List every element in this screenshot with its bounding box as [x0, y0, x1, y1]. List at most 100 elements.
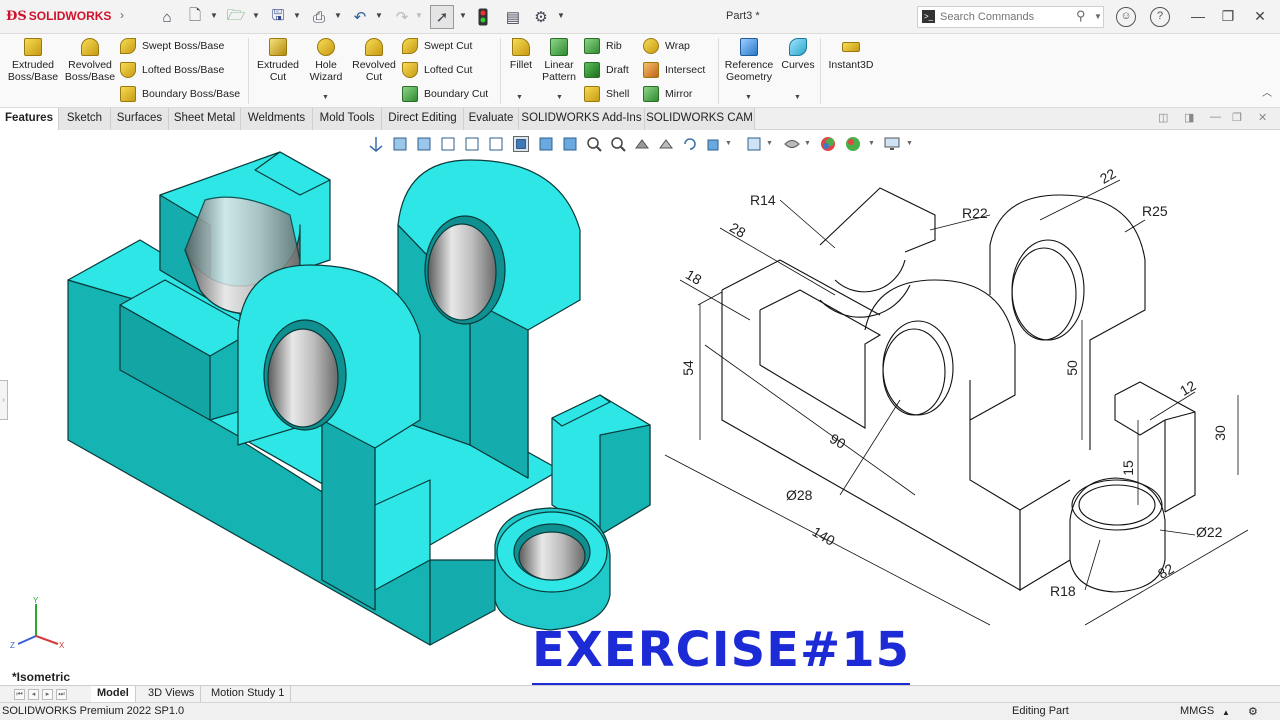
feature-tree-flyout-handle[interactable]: › [0, 380, 8, 420]
monitor-dropdown-icon[interactable]: ▼ [906, 140, 913, 147]
curves-button[interactable]: Curves [778, 38, 818, 71]
zoom-icon[interactable] [586, 136, 602, 152]
user-account-icon[interactable]: ☺ [1116, 7, 1136, 27]
revolved-cut-button[interactable]: Revolved Cut [348, 38, 400, 83]
tab-surfaces[interactable]: Surfaces [111, 108, 169, 130]
options-gear-icon[interactable]: ⚙ [530, 5, 552, 29]
tab-sheet-metal[interactable]: Sheet Metal [169, 108, 241, 130]
undo-icon[interactable]: ↶ [348, 5, 372, 29]
doc-restore-icon[interactable]: ❐ [1232, 111, 1242, 124]
fillet-dropdown-icon[interactable]: ▼ [516, 94, 523, 101]
display-style-dropdown-icon[interactable]: ▼ [725, 140, 732, 147]
search-icon[interactable]: ⚲ [1076, 8, 1086, 24]
roll-view-icon[interactable] [682, 136, 698, 152]
ribbon-collapse-chevron-icon[interactable]: ︿ [1262, 84, 1272, 99]
prev-tab-icon[interactable]: ◂ [28, 689, 39, 700]
first-tab-icon[interactable]: ⏮ [14, 689, 25, 700]
rebuild-traffic-light-icon[interactable] [474, 5, 492, 29]
lofted-cut-button[interactable]: Lofted Cut [402, 60, 472, 80]
hole-wizard-button[interactable]: Hole Wizard [304, 38, 348, 83]
revolved-boss-button[interactable]: Revolved Boss/Base [63, 38, 117, 83]
undo-dropdown-icon[interactable]: ▼ [375, 11, 383, 20]
search-input[interactable] [940, 9, 1070, 25]
hide-show-items-icon[interactable] [746, 136, 762, 152]
hole-wizard-dropdown-icon[interactable]: ▼ [322, 94, 329, 101]
next-tab-icon[interactable]: ▸ [42, 689, 53, 700]
solidworks-logo[interactable]: ƉS SOLIDWORKS [6, 9, 111, 24]
tab-motion-study-1[interactable]: Motion Study 1 [205, 686, 292, 702]
graphics-area[interactable]: R14 R22 R25 22 28 18 54 50 12 30 90 15 Ø… [0, 130, 1280, 685]
shell-button[interactable]: Shell [584, 84, 629, 104]
doc-close-icon[interactable]: ✕ [1258, 111, 1267, 124]
zoom-in-out-icon[interactable] [610, 136, 626, 152]
tile-left-icon[interactable]: ◫ [1158, 111, 1168, 124]
last-tab-icon[interactable]: ⏭ [56, 689, 67, 700]
restore-window-icon[interactable]: ❐ [1218, 6, 1238, 26]
section-view-icon[interactable] [464, 136, 480, 152]
print-icon[interactable]: ⎙ [307, 5, 331, 29]
pattern-dropdown-icon[interactable]: ▼ [556, 94, 563, 101]
minimize-window-icon[interactable]: — [1188, 6, 1208, 26]
swept-cut-button[interactable]: Swept Cut [402, 36, 472, 56]
search-commands-box[interactable]: >_ ⚲ ▼ [917, 6, 1104, 28]
select-pointer-icon[interactable]: ➚ [430, 5, 454, 29]
intersect-button[interactable]: Intersect [643, 60, 705, 80]
tab-evaluate[interactable]: Evaluate [464, 108, 519, 130]
hidden-lines-removed-icon[interactable] [562, 136, 578, 152]
home-icon[interactable]: ⌂ [156, 5, 178, 29]
edit-appearance-icon[interactable] [784, 136, 800, 152]
mirror-button[interactable]: Mirror [643, 84, 692, 104]
tab-solidworks-cam[interactable]: SOLIDWORKS CAM [645, 108, 755, 130]
extruded-cut-button[interactable]: Extruded Cut [252, 38, 304, 83]
tile-right-icon[interactable]: ◨ [1184, 111, 1194, 124]
options-dropdown-icon[interactable]: ▼ [557, 11, 565, 20]
tab-sketch[interactable]: Sketch [59, 108, 111, 130]
search-dropdown-icon[interactable]: ▼ [1094, 12, 1102, 21]
save-icon[interactable]: 🖫 [266, 5, 290, 29]
linear-pattern-button[interactable]: Linear Pattern [538, 38, 580, 83]
monitor-view-icon[interactable] [884, 136, 900, 152]
help-icon[interactable]: ? [1150, 7, 1170, 27]
select-dropdown-icon[interactable]: ▼ [459, 11, 467, 20]
close-window-icon[interactable]: ✕ [1250, 6, 1270, 26]
rotate-icon[interactable] [658, 136, 674, 152]
tab-features[interactable]: Features [0, 108, 59, 130]
open-dropdown-icon[interactable]: ▼ [252, 11, 260, 20]
file-properties-icon[interactable]: ▤ [502, 5, 524, 29]
unit-dropdown-icon[interactable]: ▲ [1222, 708, 1230, 717]
3d-part-model[interactable] [67, 151, 651, 646]
view-settings-dropdown-icon[interactable]: ▼ [868, 140, 875, 147]
menu-expand-chevron-icon[interactable]: › [120, 8, 124, 22]
reference-geometry-button[interactable]: Reference Geometry [722, 38, 776, 83]
redo-dropdown-icon[interactable]: ▼ [415, 11, 423, 20]
previous-view-icon[interactable] [440, 136, 456, 152]
shaded-with-edges-icon[interactable] [513, 136, 529, 152]
wrap-button[interactable]: Wrap [643, 36, 690, 56]
status-settings-icon[interactable]: ⚙ [1248, 705, 1258, 718]
fillet-button[interactable]: Fillet [504, 38, 538, 71]
redo-icon[interactable]: ↷ [391, 5, 413, 29]
shaded-icon[interactable] [538, 136, 554, 152]
view-settings-icon[interactable] [845, 136, 861, 152]
reference-geometry-dropdown-icon[interactable]: ▼ [745, 94, 752, 101]
print-dropdown-icon[interactable]: ▼ [334, 11, 342, 20]
boundary-boss-button[interactable]: Boundary Boss/Base [120, 84, 240, 104]
instant3d-button[interactable]: Instant3D [824, 38, 878, 71]
draft-button[interactable]: Draft [584, 60, 629, 80]
zoom-to-area-icon[interactable] [416, 136, 432, 152]
pan-icon[interactable] [634, 136, 650, 152]
unit-system[interactable]: MMGS [1180, 705, 1214, 717]
tab-model[interactable]: Model [91, 686, 136, 702]
extruded-boss-button[interactable]: Extruded Boss/Base [6, 38, 60, 83]
tab-direct-editing[interactable]: Direct Editing [382, 108, 464, 130]
boundary-cut-button[interactable]: Boundary Cut [402, 84, 488, 104]
curves-dropdown-icon[interactable]: ▼ [794, 94, 801, 101]
swept-boss-button[interactable]: Swept Boss/Base [120, 36, 224, 56]
apply-scene-icon[interactable] [820, 136, 836, 152]
appearance-dropdown-icon[interactable]: ▼ [804, 140, 811, 147]
zoom-to-fit-icon[interactable] [392, 136, 408, 152]
new-document-icon[interactable]: 🗋 [184, 5, 206, 29]
tab-weldments[interactable]: Weldments [241, 108, 313, 130]
lofted-boss-button[interactable]: Lofted Boss/Base [120, 60, 224, 80]
tab-solidworks-add-ins[interactable]: SOLIDWORKS Add-Ins [519, 108, 645, 130]
